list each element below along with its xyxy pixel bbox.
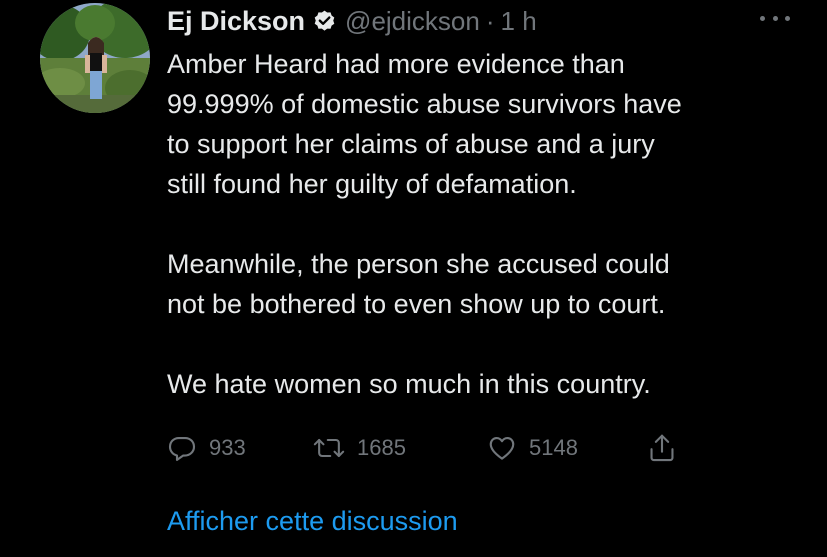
tweet-actions: 933 1685 5148 <box>167 428 687 468</box>
like-button[interactable]: 5148 <box>487 428 578 468</box>
reply-button[interactable]: 933 <box>167 428 246 468</box>
share-icon <box>647 432 677 464</box>
tweet-header: Ej Dickson @ejdickson · 1 h <box>167 2 537 40</box>
tweet-paragraph: Meanwhile, the person she accused could … <box>167 249 670 319</box>
tweet-timestamp[interactable]: 1 h <box>501 6 537 37</box>
more-dot <box>785 15 790 21</box>
reply-icon <box>167 433 197 463</box>
verified-badge-icon <box>312 9 337 34</box>
tweet-paragraph: Amber Heard had more evidence than 99.99… <box>167 49 682 199</box>
more-dot <box>772 15 778 21</box>
author-handle[interactable]: @ejdickson <box>345 6 480 37</box>
separator-dot: · <box>485 5 495 36</box>
tweet-paragraph: We hate women so much in this country. <box>167 369 651 399</box>
retweet-icon <box>313 433 345 463</box>
like-count: 5148 <box>529 435 578 460</box>
show-thread-link[interactable]: Afficher cette discussion <box>167 506 458 537</box>
retweet-count: 1685 <box>357 435 406 460</box>
more-dot <box>760 15 765 21</box>
tweet-text: Amber Heard had more evidence than 99.99… <box>167 44 807 404</box>
share-button[interactable] <box>647 428 677 468</box>
retweet-button[interactable]: 1685 <box>313 428 406 468</box>
avatar[interactable] <box>40 3 150 113</box>
like-icon <box>487 433 517 463</box>
reply-count: 933 <box>209 435 246 460</box>
more-options-icon[interactable] <box>760 8 790 28</box>
tweet: Ej Dickson @ejdickson · 1 h Amber Heard … <box>0 0 827 557</box>
author-name[interactable]: Ej Dickson <box>167 6 305 37</box>
